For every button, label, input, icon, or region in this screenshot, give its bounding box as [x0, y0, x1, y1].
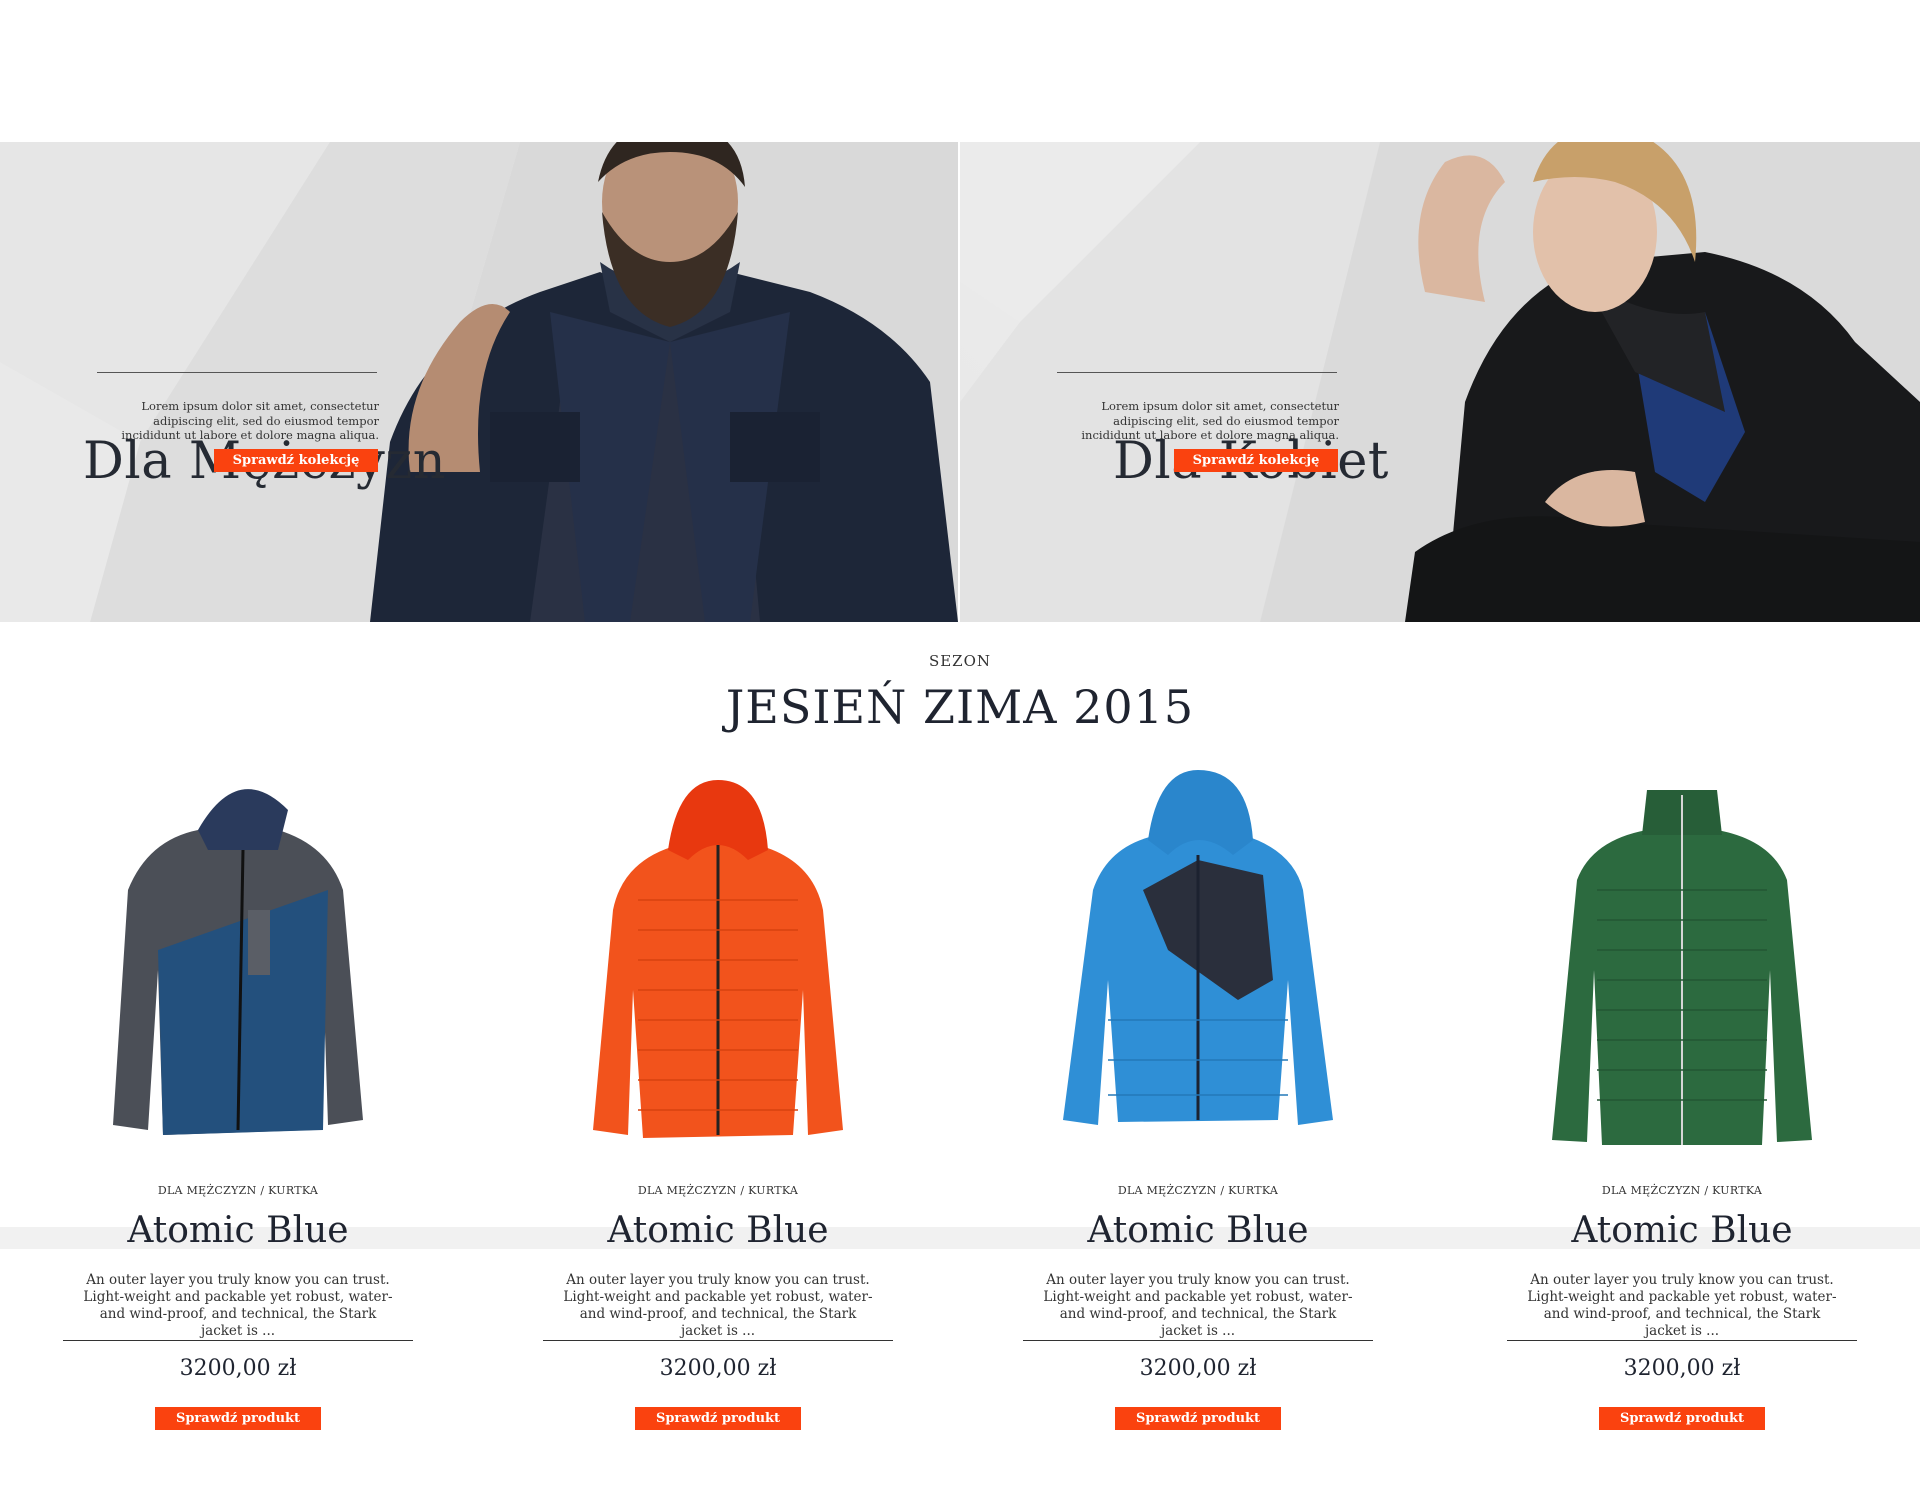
view-product-button[interactable]: Sprawdź produkt: [635, 1407, 801, 1430]
product-name[interactable]: Atomic Blue: [63, 1210, 413, 1251]
season-title: JESIEŃ ZIMA 2015: [725, 680, 1195, 734]
product-description: An outer layer you truly know you can tr…: [563, 1272, 873, 1339]
hero-women: Dla Kobiet Lorem ipsum dolor sit amet, c…: [960, 142, 1920, 622]
view-product-button[interactable]: Sprawdź produkt: [1599, 1407, 1765, 1430]
women-collection-button[interactable]: Sprawdź kolekcję: [1174, 449, 1338, 472]
jacket-green-down-image[interactable]: [1532, 770, 1832, 1150]
product-card: DLA MĘŻCZYZN / KURTKA Atomic Blue An out…: [63, 770, 413, 1430]
hero-men-text: Lorem ipsum dolor sit amet, consectetur …: [121, 399, 379, 442]
product-category: DLA MĘŻCZYZN / KURTKA: [1117, 1184, 1279, 1197]
product-price: 3200,00 zł: [179, 1356, 297, 1381]
product-price: 3200,00 zł: [1139, 1356, 1257, 1381]
hero-men-divider: [97, 372, 377, 373]
product-description: An outer layer you truly know you can tr…: [1527, 1272, 1837, 1339]
jacket-blue-grey-image[interactable]: [88, 770, 388, 1150]
product-category: DLA MĘŻCZYZN / KURTKA: [637, 1184, 799, 1197]
product-category: DLA MĘŻCZYZN / KURTKA: [157, 1184, 319, 1197]
product-card: DLA MĘŻCZYZN / KURTKA Atomic Blue An out…: [543, 770, 893, 1430]
product-divider: [63, 1340, 413, 1341]
model-woman-image: [1405, 142, 1920, 622]
view-product-button[interactable]: Sprawdź produkt: [155, 1407, 321, 1430]
product-card: DLA MĘŻCZYZN / KURTKA Atomic Blue An out…: [1023, 770, 1373, 1430]
hero-women-text: Lorem ipsum dolor sit amet, consectetur …: [1081, 399, 1339, 442]
product-name[interactable]: Atomic Blue: [1023, 1210, 1373, 1251]
product-name[interactable]: Atomic Blue: [1507, 1210, 1857, 1251]
jacket-light-blue-down-image[interactable]: [1048, 770, 1348, 1150]
hero-women-divider: [1057, 372, 1337, 373]
product-name[interactable]: Atomic Blue: [543, 1210, 893, 1251]
product-description: An outer layer you truly know you can tr…: [83, 1272, 393, 1339]
product-price: 3200,00 zł: [659, 1356, 777, 1381]
product-category: DLA MĘŻCZYZN / KURTKA: [1601, 1184, 1763, 1197]
product-divider: [543, 1340, 893, 1341]
view-product-button[interactable]: Sprawdź produkt: [1115, 1407, 1281, 1430]
product-price: 3200,00 zł: [1623, 1356, 1741, 1381]
men-collection-button[interactable]: Sprawdź kolekcję: [214, 449, 378, 472]
product-card: DLA MĘŻCZYZN / KURTKA Atomic Blue An out…: [1507, 770, 1857, 1430]
jacket-orange-down-image[interactable]: [568, 770, 868, 1150]
hero-men: Dla Mężczyzn Lorem ipsum dolor sit amet,…: [0, 142, 958, 622]
model-man-image: [370, 142, 958, 622]
product-description: An outer layer you truly know you can tr…: [1043, 1272, 1353, 1339]
season-label: SEZON: [928, 652, 992, 670]
product-divider: [1023, 1340, 1373, 1341]
product-divider: [1507, 1340, 1857, 1341]
